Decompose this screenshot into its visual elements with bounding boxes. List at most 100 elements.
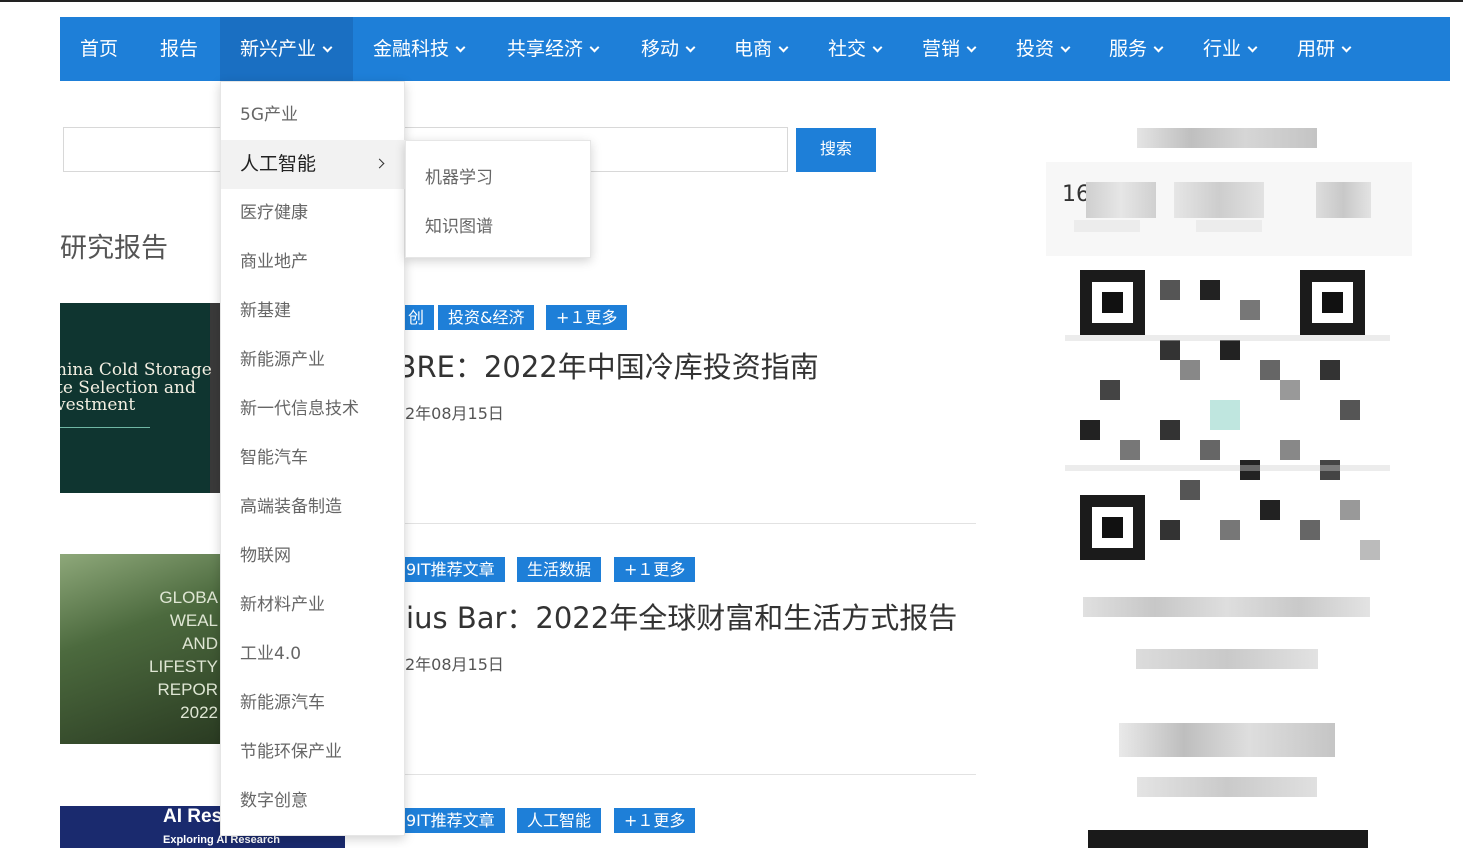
chevron-down-icon <box>1060 42 1071 53</box>
blurred-heading <box>1137 128 1317 148</box>
article-tag[interactable]: 生活数据 <box>517 557 602 582</box>
nav-item-ecommerce[interactable]: 电商 <box>734 17 789 81</box>
nav-label: 营销 <box>922 38 961 60</box>
dropdown-item-label: 人工智能 <box>240 153 317 175</box>
nav-label: 首页 <box>80 38 119 60</box>
nav-item-services[interactable]: 服务 <box>1109 17 1164 81</box>
thumb-text: hina Cold Storage <box>60 360 212 380</box>
dropdown-item-commercial-real-estate[interactable]: 商业地产 <box>221 238 405 287</box>
dropdown-item-new-energy-vehicle[interactable]: 新能源汽车 <box>221 679 405 728</box>
article-tag[interactable]: +１更多 <box>614 808 696 833</box>
dropdown-item-new-infrastructure[interactable]: 新基建 <box>221 287 405 336</box>
article-tag[interactable]: 9IT推荐文章 <box>398 808 505 833</box>
article-tag[interactable]: 投资&经济 <box>438 305 535 330</box>
main-nav: 首页 报告 新兴产业 金融科技 共享经济 移动 电商 社交 营销 投资 服务 行… <box>60 17 1450 81</box>
chevron-right-icon <box>374 158 385 169</box>
blurred-block <box>1174 182 1264 218</box>
nav-label: 电商 <box>734 38 773 60</box>
blurred-text-line <box>1083 597 1370 617</box>
chevron-down-icon <box>1341 42 1352 53</box>
article-tag[interactable]: 人工智能 <box>517 808 602 833</box>
thumb-text: REPOR <box>157 680 218 699</box>
nav-item-industry[interactable]: 行业 <box>1203 17 1258 81</box>
nav-label: 社交 <box>828 38 867 60</box>
chevron-down-icon <box>589 42 600 53</box>
dropdown-item-digital-creative[interactable]: 数字创意 <box>221 777 405 826</box>
blurred-block <box>1196 220 1262 232</box>
dropdown-item-5g[interactable]: 5G产业 <box>221 91 405 140</box>
qr-code-image-partial <box>1088 830 1368 848</box>
dropdown-item-new-energy[interactable]: 新能源产业 <box>221 336 405 385</box>
article-divider <box>398 523 976 524</box>
article-thumbnail[interactable]: hina Cold Storage te Selection and vestm… <box>60 303 220 493</box>
article-thumbnail[interactable]: GLOBA WEAL AND LIFESTY REPOR 2022 <box>60 554 220 744</box>
blurred-block <box>1074 220 1140 232</box>
nav-label: 移动 <box>641 38 680 60</box>
section-title: 研究报告 <box>60 233 168 264</box>
chevron-down-icon <box>455 42 466 53</box>
nav-item-sharing-economy[interactable]: 共享经济 <box>507 17 600 81</box>
dropdown-item-next-gen-it[interactable]: 新一代信息技术 <box>221 385 405 434</box>
dropdown-item-smart-car[interactable]: 智能汽车 <box>221 434 405 483</box>
nav-item-user-research[interactable]: 用研 <box>1297 17 1352 81</box>
article-tag[interactable]: 9IT推荐文章 <box>398 557 505 582</box>
dropdown-item-industry-4[interactable]: 工业4.0 <box>221 630 405 679</box>
chevron-down-icon <box>872 42 883 53</box>
nav-label: 投资 <box>1016 38 1055 60</box>
stats-widget: 16 <box>1046 162 1412 256</box>
nav-label: 报告 <box>160 38 199 60</box>
nav-label: 用研 <box>1297 38 1336 60</box>
article-title[interactable]: 3RE：2022年中国冷库投资指南 <box>398 344 819 386</box>
nav-item-investment[interactable]: 投资 <box>1016 17 1071 81</box>
nav-item-marketing[interactable]: 营销 <box>922 17 977 81</box>
blurred-block <box>1086 182 1156 218</box>
thumb-line <box>60 427 150 428</box>
blurred-block <box>1316 182 1371 218</box>
nav-label: 服务 <box>1109 38 1148 60</box>
dropdown-item-ai[interactable]: 人工智能 <box>221 140 405 189</box>
article-title[interactable]: lius Bar：2022年全球财富和生活方式报告 <box>398 595 957 637</box>
article-date: 2年08月15日 <box>405 404 504 423</box>
nav-item-reports[interactable]: 报告 <box>160 17 198 81</box>
nav-item-mobile[interactable]: 移动 <box>641 17 696 81</box>
thumb-text: AND <box>182 634 218 653</box>
nav-label: 行业 <box>1203 38 1242 60</box>
article-tag[interactable]: +１更多 <box>546 305 628 330</box>
ai-submenu: 机器学习 知识图谱 <box>405 140 591 258</box>
submenu-item-machine-learning[interactable]: 机器学习 <box>425 163 493 188</box>
blurred-heading <box>1119 723 1335 757</box>
dropdown-item-iot[interactable]: 物联网 <box>221 532 405 581</box>
chevron-down-icon <box>1153 42 1164 53</box>
dropdown-item-new-materials[interactable]: 新材料产业 <box>221 581 405 630</box>
nav-item-social[interactable]: 社交 <box>828 17 883 81</box>
thumb-text: GLOBA <box>159 588 218 607</box>
article-date: 2年08月15日 <box>405 655 504 674</box>
nav-item-home[interactable]: 首页 <box>80 17 118 81</box>
thumb-text: LIFESTY <box>149 657 218 676</box>
dropdown-item-green-industry[interactable]: 节能环保产业 <box>221 728 405 777</box>
nav-label: 金融科技 <box>373 38 450 60</box>
dropdown-item-high-end-equipment[interactable]: 高端装备制造 <box>221 483 405 532</box>
chevron-down-icon <box>966 42 977 53</box>
thumb-text: vestment <box>60 395 136 415</box>
thumb-text: WEAL <box>169 611 218 630</box>
thumb-text: 2022 <box>180 703 218 722</box>
submenu-item-knowledge-graph[interactable]: 知识图谱 <box>425 212 493 237</box>
article-tag[interactable]: +１更多 <box>614 557 696 582</box>
chevron-down-icon <box>778 42 789 53</box>
chevron-down-icon <box>685 42 696 53</box>
emerging-industries-dropdown: 5G产业 人工智能 医疗健康 商业地产 新基建 新能源产业 新一代信息技术 智能… <box>220 81 405 836</box>
search-button[interactable]: 搜索 <box>796 128 876 172</box>
chevron-down-icon <box>1247 42 1258 53</box>
blurred-text-line <box>1136 649 1318 669</box>
dropdown-item-healthcare[interactable]: 医疗健康 <box>221 189 405 238</box>
blurred-text-line <box>1137 777 1317 797</box>
nav-label: 新兴产业 <box>240 38 317 60</box>
thumb-edge <box>210 303 220 493</box>
top-border <box>0 0 1463 2</box>
chevron-down-icon <box>322 42 333 53</box>
nav-item-fintech[interactable]: 金融科技 <box>373 17 466 81</box>
thumb-text: AI Res <box>163 806 223 827</box>
nav-item-emerging-industries[interactable]: 新兴产业 <box>220 17 353 81</box>
article-divider <box>398 774 976 775</box>
